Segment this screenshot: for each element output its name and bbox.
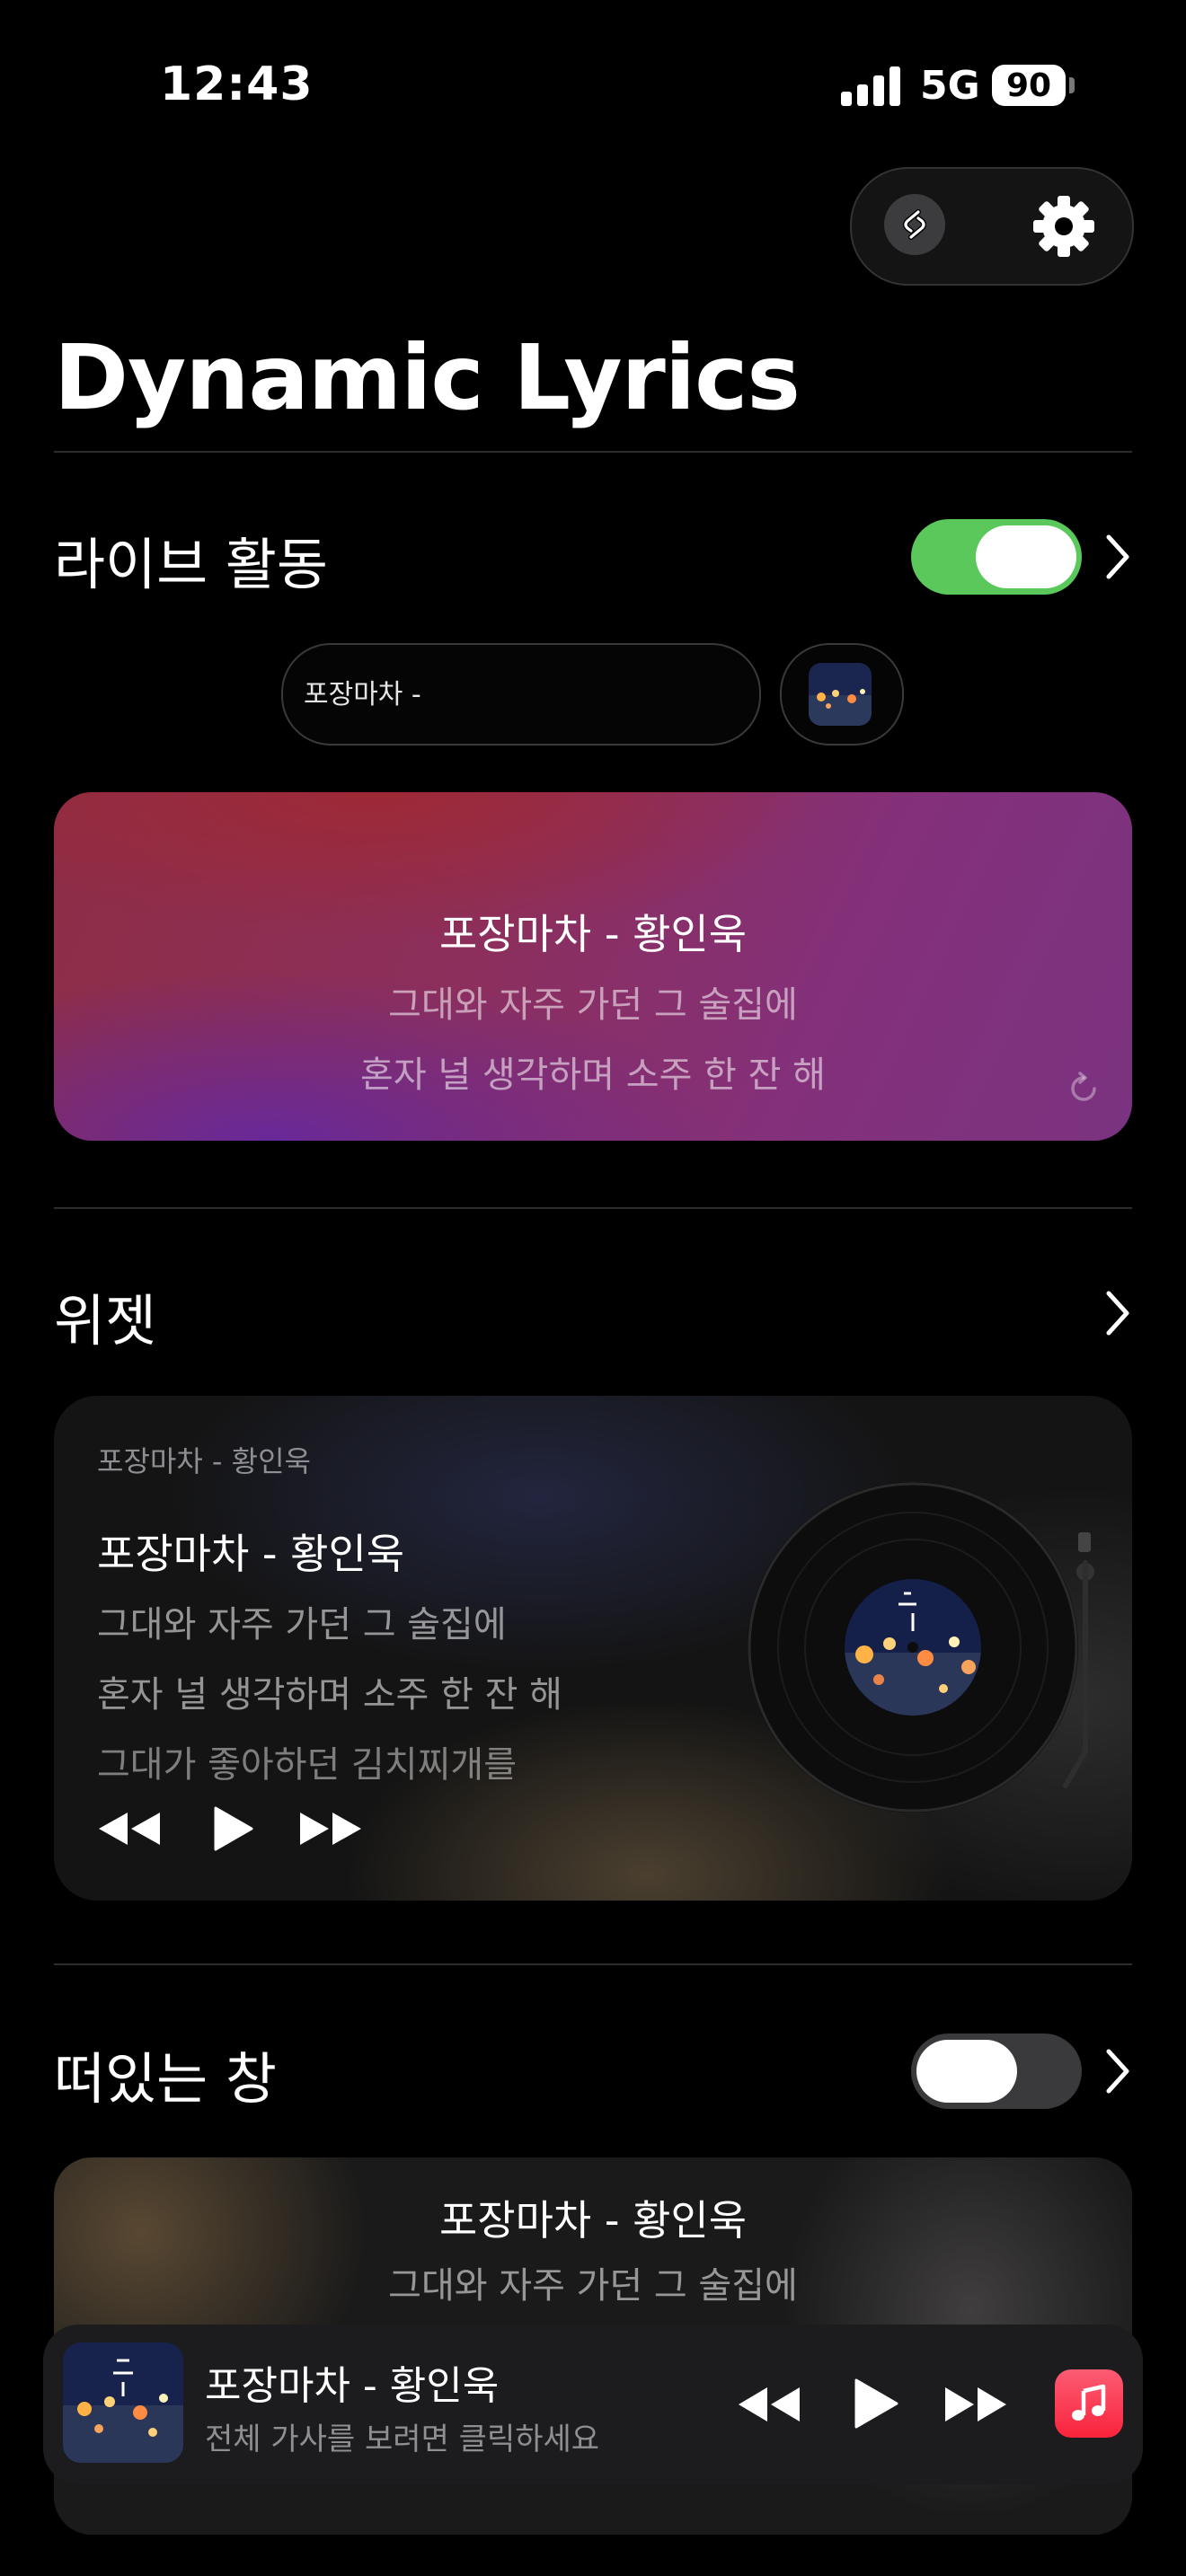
- toggle-knob: [916, 2040, 1017, 2103]
- divider: [54, 451, 1132, 453]
- chevron-right-icon[interactable]: [1103, 1288, 1132, 1338]
- battery-level: 90: [1005, 66, 1052, 104]
- mini-player-subtitle: 전체 가사를 보려면 클릭하세요: [205, 2422, 600, 2457]
- play-icon[interactable]: [212, 1805, 255, 1852]
- live-activity-lyric-line: 혼자 널 생각하며 소주 한 잔 해: [360, 1054, 826, 1096]
- music-note-icon[interactable]: [1055, 2369, 1123, 2438]
- floating-lyric-line: 그대와 자주 가던 그 술집에: [388, 2265, 798, 2307]
- network-type: 5G: [920, 63, 980, 109]
- widget-lyric-line: 혼자 널 생각하며 소주 한 잔 해: [97, 1674, 562, 1716]
- battery-tip: [1069, 77, 1075, 93]
- album-art-thumbnail: [63, 2342, 183, 2463]
- chevron-right-icon[interactable]: [1103, 532, 1132, 582]
- dynamic-island-text: 포장마차 -: [304, 679, 421, 710]
- widget-lyric-line: 그대가 좋아하던 김치찌개를: [97, 1744, 518, 1786]
- divider: [54, 1207, 1132, 1209]
- live-activity-toggle[interactable]: [911, 519, 1082, 595]
- play-icon[interactable]: [852, 2377, 900, 2430]
- fast-forward-icon[interactable]: [942, 2384, 1010, 2425]
- floating-window-label: 떠있는 창: [54, 2046, 277, 2112]
- fast-forward-icon[interactable]: [296, 1809, 365, 1848]
- widget-song-title: 포장마차 - 황인욱: [97, 1530, 405, 1578]
- toggle-knob: [976, 525, 1076, 588]
- cellular-signal-icon: [841, 66, 902, 106]
- rewind-icon[interactable]: [95, 1809, 164, 1848]
- mini-player-title: 포장마차 - 황인욱: [205, 2363, 500, 2409]
- gear-icon[interactable]: [1030, 192, 1098, 260]
- widget-label: 위젯: [54, 1288, 157, 1354]
- chevron-right-icon[interactable]: [1103, 2046, 1132, 2096]
- battery-icon: 90: [992, 65, 1066, 106]
- live-activity-song-title: 포장마차 - 황인욱: [438, 910, 748, 958]
- refresh-icon[interactable]: [1064, 1069, 1103, 1108]
- live-activity-lyric-line: 그대와 자주 가던 그 술집에: [388, 984, 798, 1026]
- rewind-icon[interactable]: [735, 2384, 803, 2425]
- vinyl-record-art: [746, 1482, 1105, 1827]
- divider: [54, 1963, 1132, 1965]
- widget-lyric-line: 그대와 자주 가던 그 술집에: [97, 1604, 507, 1645]
- page-title: Dynamic Lyrics: [54, 325, 801, 430]
- floating-song-title: 포장마차 - 황인욱: [438, 2196, 748, 2245]
- floating-window-toggle[interactable]: [911, 2033, 1082, 2109]
- shazam-icon[interactable]: [884, 194, 945, 255]
- status-time: 12:43: [160, 57, 314, 111]
- widget-small-title: 포장마차 - 황인욱: [97, 1444, 311, 1478]
- live-activity-label: 라이브 활동: [54, 532, 328, 597]
- album-art-thumbnail: [809, 663, 872, 726]
